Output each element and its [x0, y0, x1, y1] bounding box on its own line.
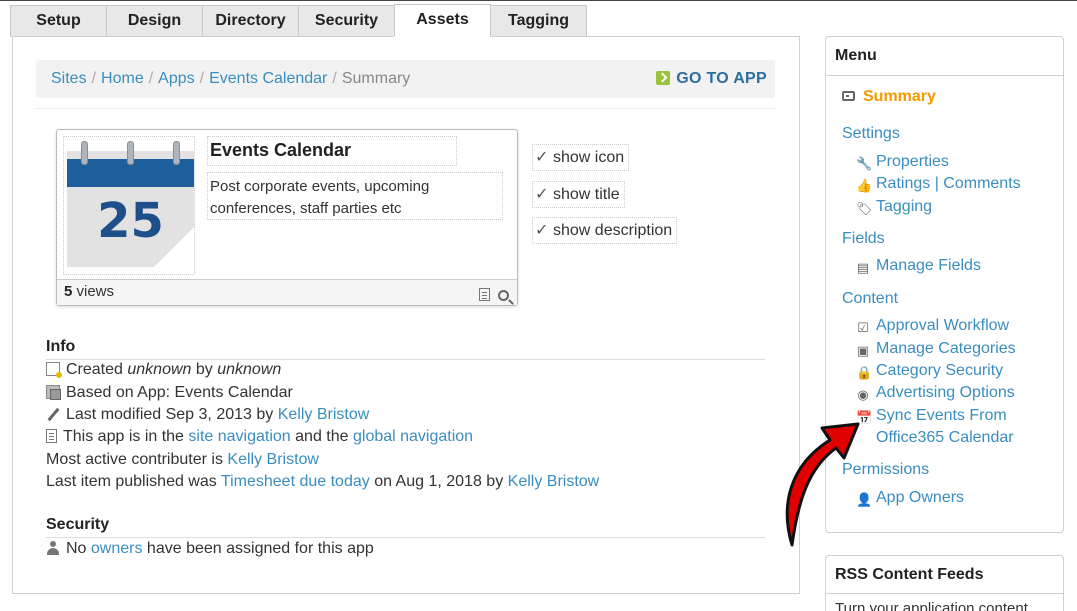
show-description-label: show description — [553, 222, 673, 239]
published-item-link[interactable]: Timesheet due today — [221, 473, 370, 490]
tab-directory[interactable]: Directory — [202, 5, 299, 37]
breadcrumb: Sites / Home / Apps / Events Calendar / Summary … — [36, 60, 775, 98]
menu-properties[interactable]: 🔧 Properties — [856, 153, 949, 171]
thumbs-up-icon: 👍 — [856, 178, 873, 193]
divider — [46, 359, 765, 360]
menu-tagging[interactable]: 🏷 Tagging — [856, 198, 932, 216]
breadcrumb-home[interactable]: Home — [101, 70, 144, 87]
description-line: conferences, staff parties etc — [210, 200, 402, 217]
list-icon: ▤ — [856, 260, 870, 275]
checklist-icon: ☑ — [857, 320, 869, 335]
info-modified: Last modified Sep 3, 2013 by Kelly Brist… — [46, 406, 369, 424]
menu-settings[interactable]: Settings — [842, 125, 900, 143]
copy-icon — [46, 385, 61, 400]
owners-link[interactable]: owners — [91, 540, 143, 557]
checkmark-icon: ✓ — [535, 222, 549, 239]
rss-text: Turn your application content — [835, 600, 1028, 611]
tab-setup[interactable]: Setup — [10, 5, 107, 37]
user-icon — [46, 541, 60, 555]
go-to-app-button[interactable]: GO TO APP — [656, 60, 767, 98]
go-to-app-label: GO TO APP — [676, 70, 767, 87]
page-icon — [46, 429, 57, 443]
info-created: Created unknown by unknown — [46, 361, 281, 379]
calendar-icon: 25 — [67, 141, 194, 267]
menu-heading: Menu — [826, 37, 1063, 76]
description-line: Post corporate events, upcoming — [210, 178, 430, 195]
breadcrumb-sites[interactable]: Sites — [51, 70, 87, 87]
show-title-toggle[interactable]: ✓ show title — [532, 181, 625, 208]
pencil-icon — [46, 407, 60, 421]
breadcrumb-current: Summary — [341, 70, 411, 87]
menu-app-owners[interactable]: 👤 App Owners — [856, 489, 964, 507]
rss-heading: RSS Content Feeds — [826, 556, 1063, 594]
show-icon-label: show icon — [553, 149, 625, 166]
menu-content[interactable]: Content — [842, 290, 898, 308]
app-description[interactable]: Post corporate events, upcoming conferen… — [207, 172, 503, 220]
lock-icon: 🔒 — [856, 365, 873, 380]
info-published: Last item published was Timesheet due to… — [46, 473, 600, 490]
menu-advertising-options[interactable]: ◉ Advertising Options — [856, 384, 1014, 402]
menu-summary[interactable]: Summary — [842, 88, 936, 106]
modified-by-link[interactable]: Kelly Bristow — [278, 406, 370, 423]
arrow-right-icon — [656, 71, 671, 85]
categories-icon: ▣ — [856, 343, 870, 358]
app-icon-box[interactable]: 25 — [63, 136, 195, 275]
security-heading: Security — [46, 516, 110, 533]
divider — [46, 537, 765, 538]
menu-approval-workflow[interactable]: ☑ Approval Workflow — [856, 317, 1009, 335]
divider — [36, 108, 775, 109]
tab-design[interactable]: Design — [106, 5, 203, 37]
summary-icon — [842, 91, 855, 101]
info-contributor: Most active contributer is Kelly Bristow — [46, 451, 319, 468]
views-label: views — [72, 283, 115, 300]
menu-sync-events[interactable]: 📅 Sync Events From — [856, 407, 1007, 425]
show-description-toggle[interactable]: ✓ show description — [532, 217, 678, 244]
rss-panel: RSS Content Feeds Turn your application … — [825, 555, 1064, 611]
panel-border — [12, 36, 394, 37]
tag-icon: 🏷 — [856, 201, 873, 216]
created-by: unknown — [217, 361, 282, 378]
checkmark-icon: ✓ — [535, 186, 549, 203]
annotation-arrow-icon — [785, 422, 860, 547]
tab-security[interactable]: Security — [298, 5, 395, 37]
menu-manage-categories[interactable]: ▣ Manage Categories — [856, 340, 1016, 358]
app-card: 25 Events Calendar Post corporate events… — [56, 129, 518, 306]
menu-ratings-comments[interactable]: 👍 Ratings | Comments — [856, 175, 1021, 193]
show-title-label: show title — [553, 186, 620, 203]
show-icon-toggle[interactable]: ✓ show icon — [532, 144, 630, 171]
info-heading: Info — [46, 338, 76, 355]
menu-sync-events-line2[interactable]: Office365 Calendar — [856, 429, 1014, 447]
document-icon[interactable] — [479, 288, 490, 301]
contributor-link[interactable]: Kelly Bristow — [227, 451, 319, 468]
search-icon[interactable] — [498, 290, 509, 301]
wrench-icon: 🔧 — [856, 156, 873, 171]
menu-fields[interactable]: Fields — [842, 230, 885, 248]
menu-category-security[interactable]: 🔒 Category Security — [856, 362, 1003, 380]
card-footer: 5 views — [57, 279, 517, 305]
checkmark-icon: ✓ — [535, 149, 549, 166]
breadcrumb-events-calendar[interactable]: Events Calendar — [209, 70, 327, 87]
tab-bar: Setup Design Directory Security Assets T… — [0, 0, 1077, 38]
site-navigation-link[interactable]: site navigation — [188, 428, 290, 445]
global-navigation-link[interactable]: global navigation — [353, 428, 473, 445]
tab-tagging[interactable]: Tagging — [490, 5, 587, 37]
menu-manage-fields[interactable]: ▤ Manage Fields — [856, 257, 981, 275]
tab-assets[interactable]: Assets — [394, 4, 491, 38]
panel-border — [490, 36, 800, 37]
new-document-icon — [46, 362, 62, 378]
info-based-on: Based on App: Events Calendar — [46, 384, 293, 402]
info-navigation: This app is in the site navigation and t… — [46, 428, 473, 446]
published-by-link[interactable]: Kelly Bristow — [508, 473, 600, 490]
created-date: unknown — [127, 361, 192, 378]
security-owners: No owners have been assigned for this ap… — [46, 540, 374, 558]
target-icon: ◉ — [857, 387, 869, 402]
main-panel — [12, 36, 800, 594]
app-title[interactable]: Events Calendar — [207, 136, 457, 166]
breadcrumb-apps[interactable]: Apps — [158, 70, 194, 87]
